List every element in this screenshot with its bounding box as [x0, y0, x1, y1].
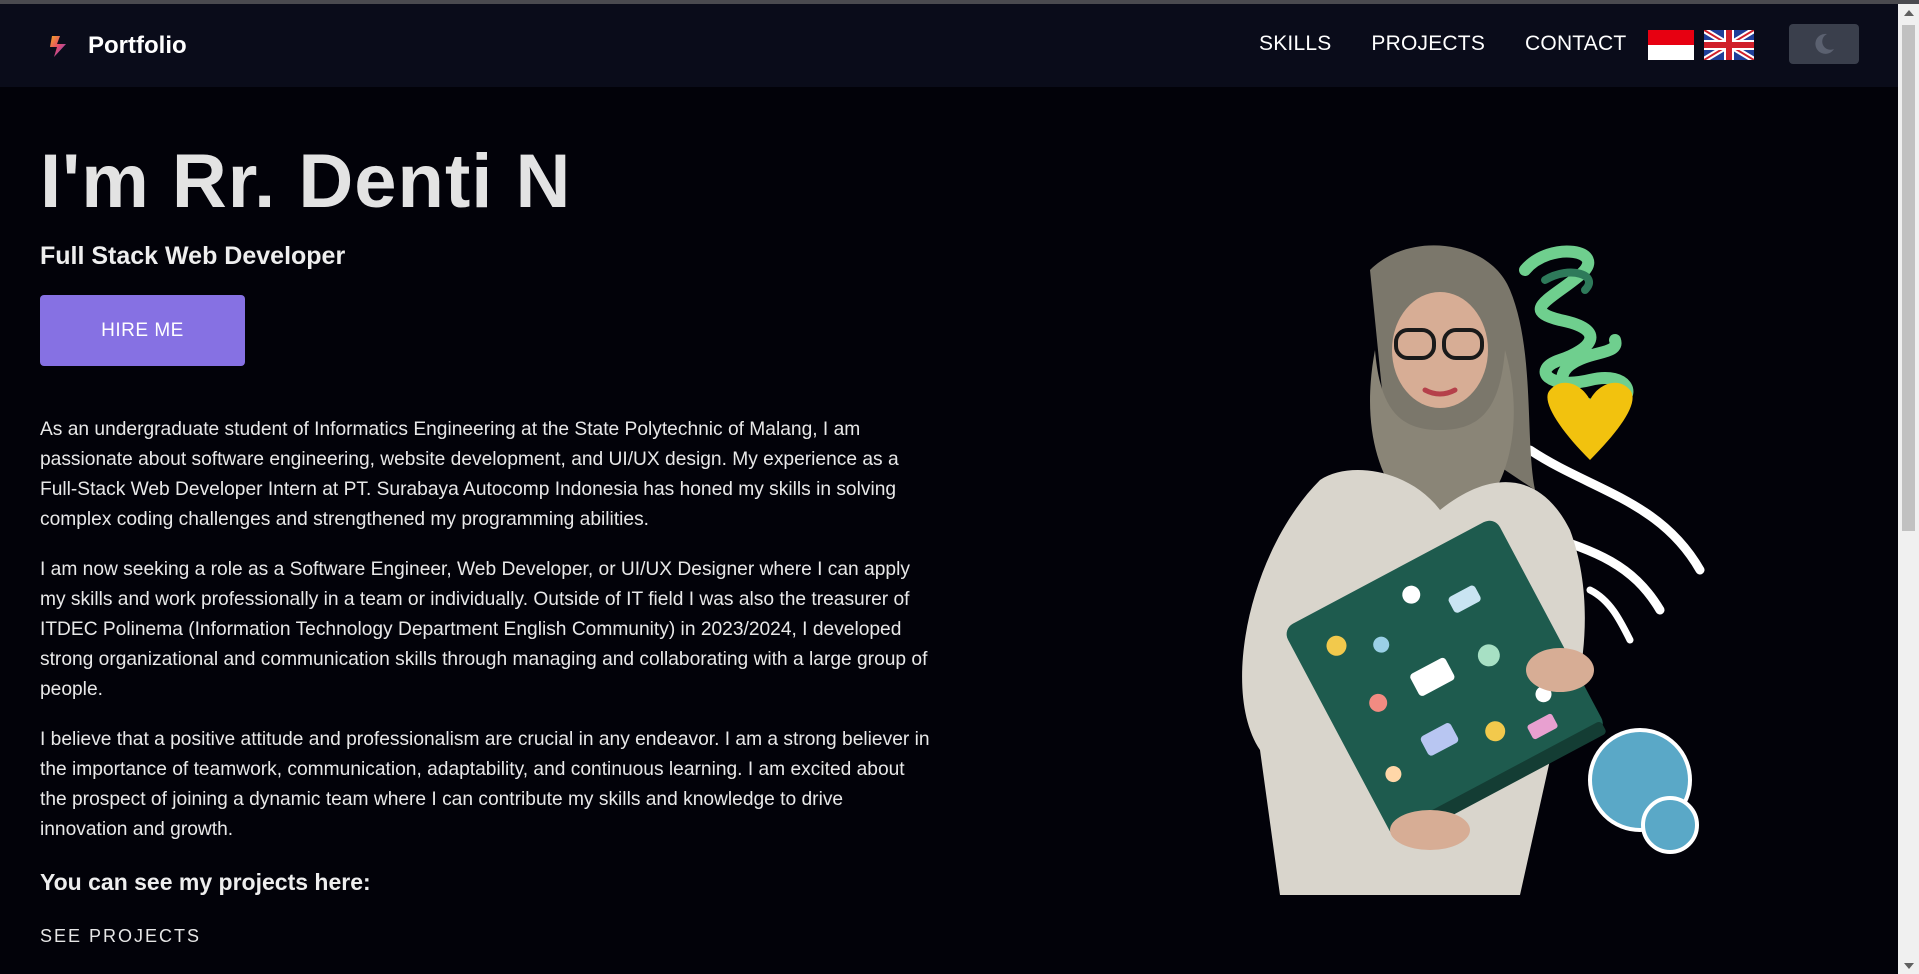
nav-menu: SKILLS PROJECTS CONTACT	[1259, 32, 1626, 56]
hero-subtitle: Full Stack Web Developer	[40, 242, 346, 270]
nav-projects-link[interactable]: PROJECTS	[1371, 32, 1485, 56]
scroll-down-icon[interactable]	[1898, 957, 1919, 974]
navbar: Portfolio SKILLS PROJECTS CONTACT	[0, 4, 1898, 87]
moon-icon	[1815, 33, 1834, 54]
nav-skills-link[interactable]: SKILLS	[1259, 32, 1331, 56]
nav-contact-link[interactable]: CONTACT	[1525, 32, 1626, 56]
about-paragraph: I am now seeking a role as a Software En…	[40, 559, 928, 700]
about-section: As an undergraduate student of Informati…	[40, 415, 930, 865]
hire-me-button[interactable]: HIRE ME	[40, 295, 245, 366]
profile-illustration	[1242, 245, 1705, 895]
projects-heading: You can see my projects here:	[40, 869, 371, 895]
brand-name: Portfolio	[88, 32, 187, 59]
see-projects-link[interactable]: SEE PROJECTS	[40, 926, 201, 947]
scrollbar-thumb[interactable]	[1902, 25, 1915, 531]
uk-flag-icon[interactable]	[1704, 30, 1754, 60]
scrollbar[interactable]	[1898, 4, 1919, 974]
hero-title: I'm Rr. Denti N	[40, 139, 572, 224]
about-paragraph: I believe that a positive attitude and p…	[40, 729, 930, 840]
theme-toggle-button[interactable]	[1789, 24, 1859, 64]
brand-link[interactable]: Portfolio	[46, 32, 187, 60]
scroll-up-icon[interactable]	[1898, 4, 1919, 21]
lightning-logo-icon	[50, 36, 66, 57]
heart-decoration	[1547, 382, 1633, 460]
about-paragraph: As an undergraduate student of Informati…	[40, 419, 899, 530]
indonesia-flag-icon[interactable]	[1648, 30, 1694, 60]
